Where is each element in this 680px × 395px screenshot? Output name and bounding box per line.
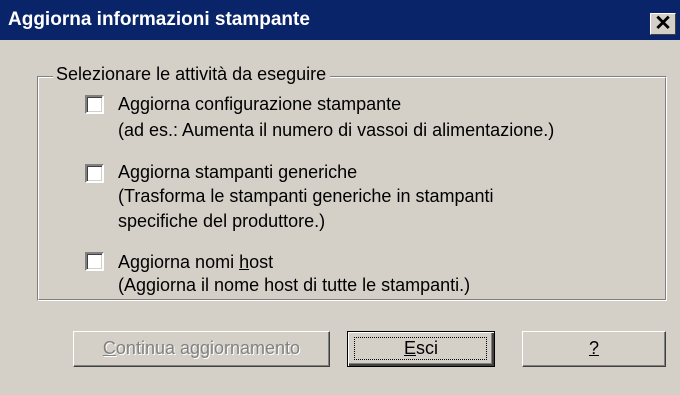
option-description: specifiche del produttore.) bbox=[118, 211, 326, 231]
checkbox-update-printer-config[interactable] bbox=[85, 95, 104, 114]
continue-update-button[interactable]: Continua aggiornamento bbox=[73, 331, 330, 367]
option-label-update-host-names[interactable]: Aggiorna nomi host bbox=[118, 251, 273, 274]
help-button[interactable]: ? bbox=[522, 331, 666, 367]
option-description: (Aggiorna il nome host di tutte le stamp… bbox=[118, 275, 471, 295]
option-label-update-printer-config[interactable]: Aggiorna configurazione stampante bbox=[118, 93, 401, 116]
option-description: (Trasforma le stampanti generiche in sta… bbox=[118, 186, 494, 206]
group-legend: Selezionare le attività da eseguire bbox=[53, 64, 331, 85]
dialog-window: Aggiorna informazioni stampante ✕ Selezi… bbox=[0, 0, 680, 395]
accelerator-key: h bbox=[239, 252, 250, 272]
close-button[interactable]: ✕ bbox=[650, 12, 676, 35]
checkbox-update-generic-printers[interactable] bbox=[85, 164, 104, 183]
option-description: (ad es.: Aumenta il numero di vassoi di … bbox=[118, 120, 555, 140]
window-title: Aggiorna informazioni stampante bbox=[8, 9, 310, 30]
focus-rectangle bbox=[354, 337, 487, 360]
checkbox-update-host-names[interactable] bbox=[85, 252, 104, 271]
close-icon: ✕ bbox=[654, 12, 672, 35]
title-bar[interactable]: Aggiorna informazioni stampante ✕ bbox=[0, 0, 680, 40]
option-label-update-generic-printers[interactable]: Aggiorna stampanti generiche bbox=[118, 161, 357, 184]
exit-button[interactable]: Esci bbox=[347, 331, 495, 367]
